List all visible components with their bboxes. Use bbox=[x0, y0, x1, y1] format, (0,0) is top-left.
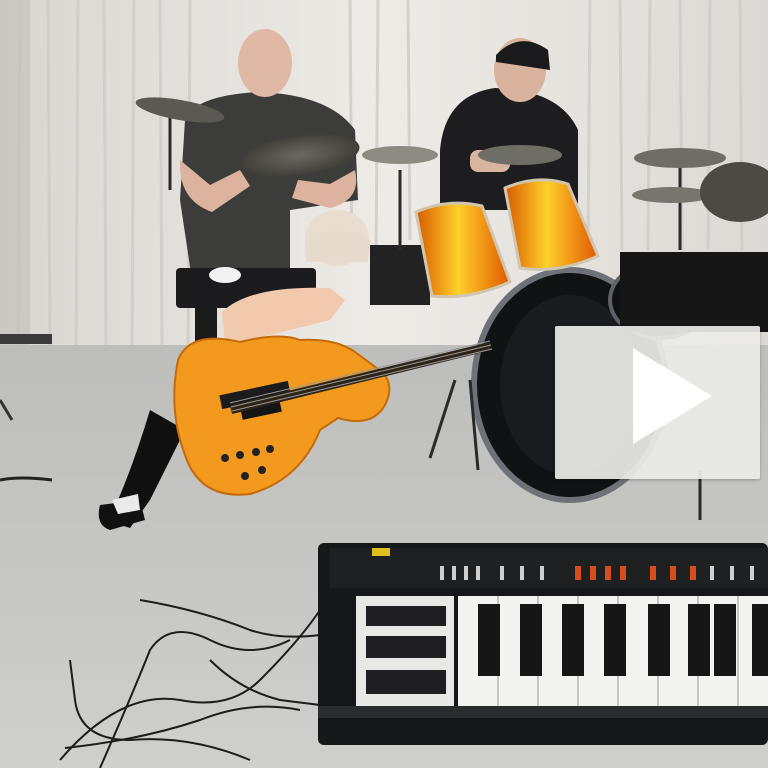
play-button[interactable] bbox=[555, 326, 760, 479]
video-player[interactable] bbox=[0, 0, 768, 768]
synthesizer bbox=[318, 543, 768, 745]
play-triangle-icon bbox=[633, 348, 712, 444]
